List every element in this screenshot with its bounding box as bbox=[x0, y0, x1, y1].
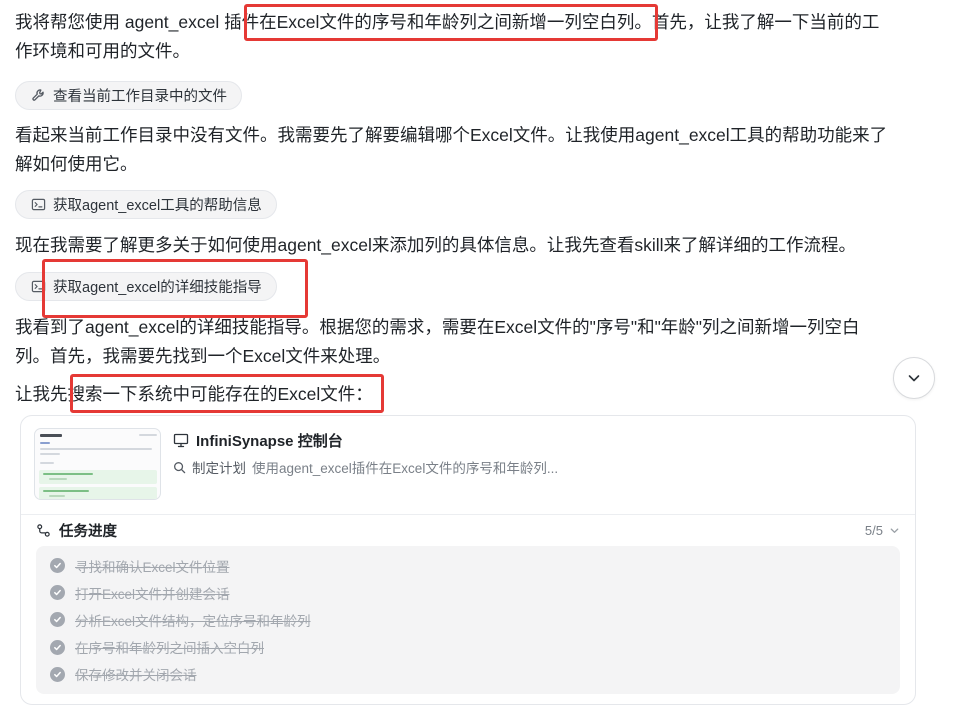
monitor-icon bbox=[173, 433, 189, 448]
progress-step: 保存修改并关闭会话 bbox=[50, 661, 900, 688]
check-circle-icon bbox=[50, 558, 65, 574]
progress-step: 分析Excel文件结构，定位序号和年龄列 bbox=[50, 606, 900, 633]
task-card: InfiniSynapse 控制台 制定计划 使用agent_excel插件在E… bbox=[20, 415, 916, 705]
message-line: 列。首先，我需要先找到一个Excel文件来处理。 bbox=[15, 346, 391, 366]
terminal-icon bbox=[30, 279, 46, 295]
message-line: 解如何使用它。 bbox=[15, 154, 138, 174]
check-circle-icon bbox=[50, 612, 65, 628]
tool-call-list-directory[interactable]: 查看当前工作目录中的文件 bbox=[15, 81, 242, 110]
plan-summary: 制定计划 使用agent_excel插件在Excel文件的序号和年龄列... bbox=[173, 457, 558, 477]
search-icon bbox=[173, 461, 186, 474]
progress-step: 寻找和确认Excel文件位置 bbox=[50, 552, 900, 579]
tool-call-label: 获取agent_excel工具的帮助信息 bbox=[53, 198, 262, 214]
progress-step: 打开Excel文件并创建会话 bbox=[50, 579, 900, 606]
assistant-message-intro: 我将帮您使用 agent_excel 插件在Excel文件的序号和年龄列之间新增… bbox=[15, 8, 915, 66]
assistant-message-plan: 我看到了agent_excel的详细技能指导。根据您的需求，需要在Excel文件… bbox=[15, 313, 915, 371]
progress-title: 任务进度 bbox=[59, 523, 117, 540]
tool-call-label: 查看当前工作目录中的文件 bbox=[53, 89, 227, 105]
check-circle-icon bbox=[50, 639, 65, 655]
task-preview-thumbnail[interactable] bbox=[34, 428, 161, 500]
progress-count: 5/5 bbox=[864, 522, 883, 538]
task-card-header: InfiniSynapse 控制台 bbox=[173, 430, 343, 451]
scroll-to-bottom-button[interactable] bbox=[893, 357, 935, 399]
assistant-message-search: 让我先搜索一下系统中可能存在的Excel文件： bbox=[15, 380, 915, 409]
card-divider bbox=[21, 514, 915, 515]
tool-call-help-info[interactable]: 获取agent_excel工具的帮助信息 bbox=[15, 190, 277, 219]
assistant-message-skill: 现在我需要了解更多关于如何使用agent_excel来添加列的具体信息。让我先查… bbox=[15, 231, 915, 260]
progress-step-label: 在序号和年龄列之间插入空白列 bbox=[75, 641, 264, 657]
progress-step-label: 寻找和确认Excel文件位置 bbox=[75, 559, 230, 575]
terminal-icon bbox=[30, 197, 46, 213]
progress-step-label: 打开Excel文件并创建会话 bbox=[75, 586, 230, 602]
progress-steps-list: 寻找和确认Excel文件位置 打开Excel文件并创建会话 分析Excel文件结… bbox=[36, 546, 900, 694]
plan-label: 制定计划 bbox=[192, 461, 246, 476]
message-line: 我看到了agent_excel的详细技能指导。根据您的需求，需要在Excel文件… bbox=[15, 317, 860, 337]
plan-task-text: 使用agent_excel插件在Excel文件的序号和年龄列... bbox=[252, 461, 559, 476]
message-line: 作环境和可用的文件。 bbox=[15, 41, 190, 61]
task-progress-icon bbox=[36, 523, 51, 538]
message-line: 现在我需要了解更多关于如何使用agent_excel来添加列的具体信息。让我先查… bbox=[15, 235, 857, 255]
progress-step: 在序号和年龄列之间插入空白列 bbox=[50, 634, 900, 661]
message-line: 看起来当前工作目录中没有文件。我需要先了解要编辑哪个Excel文件。让我使用ag… bbox=[15, 125, 888, 145]
progress-header[interactable]: 任务进度 5/5 bbox=[36, 519, 900, 541]
app-name: InfiniSynapse 控制台 bbox=[196, 433, 343, 450]
progress-step-label: 分析Excel文件结构，定位序号和年龄列 bbox=[75, 613, 311, 629]
progress-step-label: 保存修改并关闭会话 bbox=[75, 668, 197, 684]
chevron-down-icon[interactable] bbox=[889, 525, 900, 536]
wrench-icon bbox=[30, 88, 46, 104]
message-line: 让我先搜索一下系统中可能存在的Excel文件： bbox=[15, 384, 373, 404]
tool-call-skill-guide[interactable]: 获取agent_excel的详细技能指导 bbox=[15, 272, 277, 301]
tool-call-label: 获取agent_excel的详细技能指导 bbox=[53, 280, 262, 296]
check-circle-icon bbox=[50, 585, 65, 601]
chevron-down-icon bbox=[906, 370, 922, 386]
message-line: 我将帮您使用 agent_excel 插件在Excel文件的序号和年龄列之间新增… bbox=[15, 12, 880, 32]
check-circle-icon bbox=[50, 666, 65, 682]
assistant-message-help: 看起来当前工作目录中没有文件。我需要先了解要编辑哪个Excel文件。让我使用ag… bbox=[15, 121, 915, 179]
